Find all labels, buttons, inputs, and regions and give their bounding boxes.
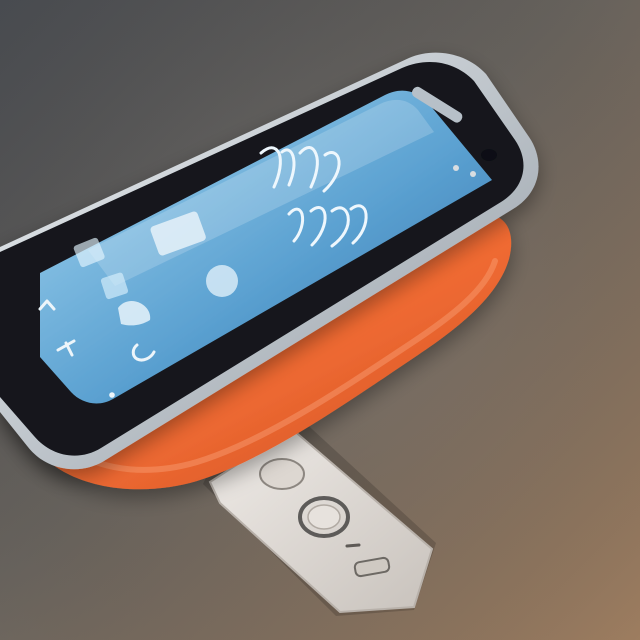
product-photo-scene [0, 0, 640, 640]
remote-dash [345, 543, 361, 548]
photo-illustration [0, 0, 640, 640]
app-icon-badge [206, 265, 238, 297]
menu-icon [109, 392, 115, 398]
sensor-dot-icon-2 [470, 171, 476, 177]
remote-button-top [259, 458, 305, 490]
front-camera-icon [481, 149, 497, 161]
remote-button-center [307, 504, 341, 530]
sensor-dot-icon [453, 165, 459, 171]
